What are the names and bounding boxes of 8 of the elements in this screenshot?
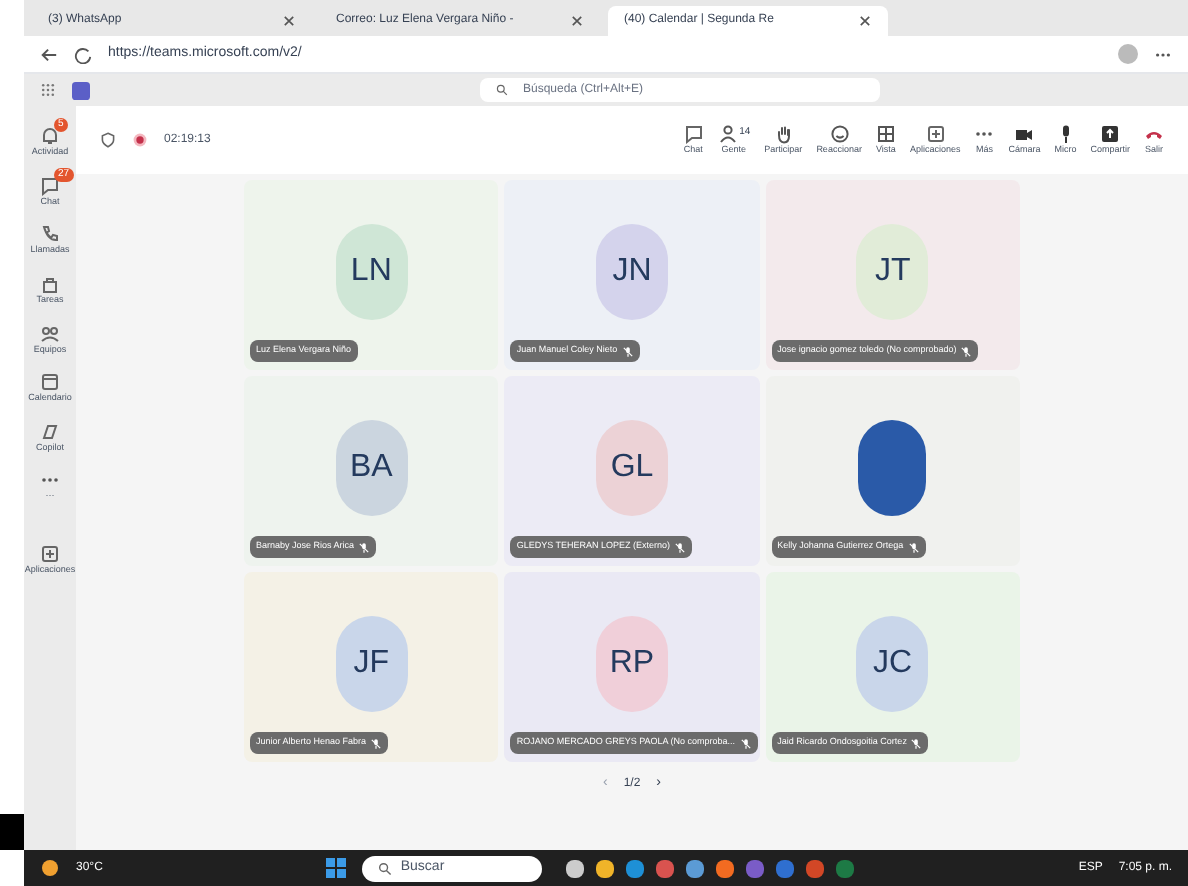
avatar: RP	[595, 616, 668, 712]
avatar: JT	[856, 224, 929, 320]
avatar: LN	[335, 224, 408, 320]
avatar: GL	[595, 420, 668, 516]
avatar: JC	[856, 616, 929, 712]
avatar: JF	[335, 616, 408, 712]
avatar: JN	[595, 224, 668, 320]
avatar: BA	[335, 420, 408, 516]
